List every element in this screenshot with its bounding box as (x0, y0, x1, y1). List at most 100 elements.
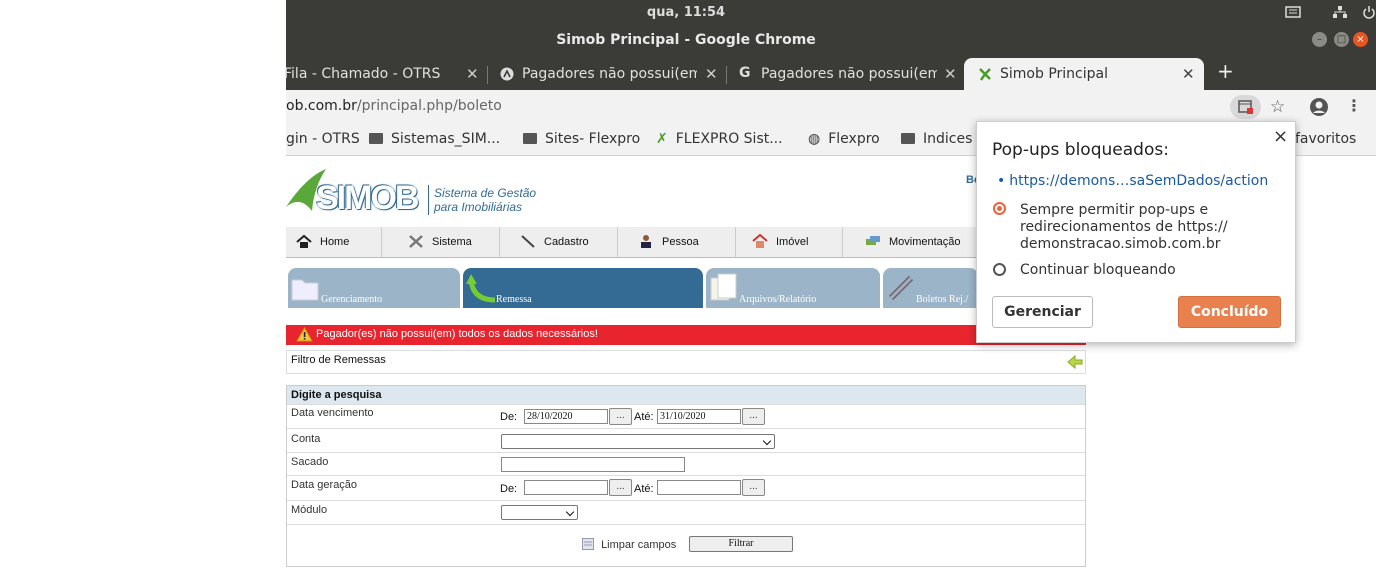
close-tab-icon[interactable]: ✕ (466, 65, 479, 83)
venc-ate-calendar-button[interactable]: ... (742, 408, 765, 425)
google-icon: G (739, 65, 751, 81)
menu-imovel[interactable]: Imóvel (736, 227, 843, 258)
menu-movimentacao[interactable]: Movimentação (843, 227, 983, 258)
subtab-boletos[interactable]: Boletos Rej./ (883, 268, 978, 308)
tab-pagadores-2[interactable]: G Pagadores não possui(em ✕ (736, 58, 961, 90)
window-title-bar: Simob Principal - Google Chrome – □ × (286, 26, 1376, 54)
blocked-popup-link[interactable]: • https://demons…saSemDados/action (997, 173, 1268, 189)
new-tab-icon[interactable]: + (1217, 59, 1234, 83)
simob-logo[interactable]: SIMOB Sistema de Gestão para Imobiliária… (286, 167, 556, 222)
bookmark-label: Indices (923, 131, 973, 147)
money-icon (865, 230, 881, 245)
bookmark-otrs[interactable]: gin - OTRS (286, 131, 360, 147)
tab-label: Simob Principal (1000, 66, 1108, 82)
menu-label: Home (320, 236, 350, 248)
venc-de-calendar-button[interactable]: ... (609, 408, 632, 425)
subtab-remessa[interactable]: Remessa (463, 268, 703, 308)
row-conta: Conta (287, 429, 1085, 453)
back-arrow-icon[interactable] (1067, 355, 1083, 369)
row-modulo: Módulo (287, 501, 1085, 525)
bookmark-flexpro-sist[interactable]: ✗ FLEXPRO Sist... (656, 131, 783, 147)
url-field[interactable]: ob.com.br/principal.php/boleto (286, 98, 502, 114)
folder-icon (291, 279, 319, 301)
row-sacado: Sacado (287, 453, 1085, 476)
bookmark-star-icon[interactable]: ☆ (1270, 97, 1285, 117)
subtab-label: Remessa (496, 294, 532, 305)
simob-favicon-icon (978, 67, 992, 85)
simob-favicon-icon: ✗ (656, 131, 668, 147)
profile-icon[interactable] (1309, 97, 1329, 121)
venc-de-input[interactable]: 28/10/2020 (524, 409, 608, 424)
conta-select[interactable] (501, 434, 775, 449)
label-vencimento: Data vencimento (291, 407, 374, 419)
popup-blocked-icon[interactable] (1230, 95, 1261, 119)
label-modulo: Módulo (291, 504, 328, 516)
bookmark-label: Sistemas_SIM... (391, 131, 501, 147)
subtab-label: Gerenciamento (321, 294, 383, 305)
menu-home[interactable]: Home (286, 227, 382, 258)
maximize-icon[interactable]: □ (1334, 32, 1349, 47)
venc-ate-input[interactable]: 31/10/2020 (657, 409, 741, 424)
manage-button[interactable]: Gerenciar (992, 296, 1093, 328)
network-icon[interactable] (1332, 5, 1348, 23)
popup-blocked-bubble: × Pop-ups bloqueados: • https://demons…sa… (976, 121, 1296, 343)
address-bar: ob.com.br/principal.php/boleto ☆ ⋮ (286, 90, 1376, 124)
keyboard-icon[interactable] (1285, 5, 1301, 23)
subtab-gerenciamento[interactable]: Gerenciamento (288, 268, 460, 308)
bookmark-indices[interactable]: Indices (901, 131, 972, 147)
modulo-select[interactable] (501, 505, 578, 520)
minimize-icon[interactable]: – (1312, 32, 1327, 47)
tab-pagadores-1[interactable]: Pagadores não possui(em ✕ (496, 58, 722, 90)
radio-keep-blocking[interactable] (993, 263, 1006, 276)
home-icon (296, 230, 312, 248)
geracao-de-input[interactable] (524, 480, 608, 495)
label-de: De: (500, 411, 518, 423)
power-icon[interactable] (1362, 5, 1376, 23)
pen-icon (520, 230, 536, 248)
option-keep-blocking[interactable]: Continuar bloqueando (1020, 262, 1176, 278)
geracao-ate-input[interactable] (657, 480, 741, 495)
done-button[interactable]: Concluído (1178, 296, 1281, 328)
menu-sistema[interactable]: Sistema (382, 227, 500, 258)
sacado-input[interactable] (501, 457, 685, 472)
subtab-label: Boletos Rej./ (916, 294, 969, 305)
close-tab-icon[interactable]: ✕ (944, 65, 957, 83)
tab-simob[interactable]: Simob Principal ✕ (964, 58, 1204, 90)
tab-otrs[interactable]: Fila - Chamado - OTRS ✕ (284, 58, 484, 90)
close-tab-icon[interactable]: ✕ (1182, 65, 1195, 83)
subtab-label: Arquivos/Relatório (739, 294, 817, 305)
tab-separator (726, 66, 727, 84)
filtrar-button[interactable]: Filtrar (689, 536, 793, 552)
bookmark-sistemas[interactable]: Sistemas_SIM... (369, 131, 500, 147)
limpar-campos-link[interactable]: Limpar campos (582, 538, 676, 551)
close-bubble-icon[interactable]: × (1273, 126, 1288, 147)
option-allow-line: Sempre permitir pop-ups e (1020, 202, 1209, 218)
chain-link-icon (888, 275, 914, 301)
bookmark-sites-flexpro[interactable]: Sites- Flexpro (523, 131, 640, 147)
globe-icon: ◍ (808, 131, 821, 147)
row-vencimento: Data vencimento De: 28/10/2020 ... Até: … (287, 405, 1085, 429)
window-title: Simob Principal - Google Chrome (556, 32, 816, 48)
clear-icon (582, 538, 594, 550)
person-icon (638, 230, 654, 248)
menu-cadastro[interactable]: Cadastro (500, 227, 618, 258)
geracao-ate-calendar-button[interactable]: ... (742, 479, 765, 496)
option-always-allow[interactable]: Sempre permitir pop-ups e redirecionamen… (1020, 202, 1228, 253)
bookmark-flexpro[interactable]: ◍ Flexpro (808, 131, 880, 147)
subtab-arquivos[interactable]: Arquivos/Relatório (706, 268, 880, 308)
menu-pessoa[interactable]: Pessoa (618, 227, 736, 258)
menu-label: Movimentação (889, 236, 961, 248)
form-heading-row: Digite a pesquisa (287, 386, 1085, 405)
close-window-icon[interactable]: × (1353, 32, 1368, 47)
option-allow-line: redirecionamentos de https:// (1020, 219, 1228, 235)
filter-title: Filtro de Remessas (291, 354, 386, 366)
close-tab-icon[interactable]: ✕ (705, 65, 718, 83)
brand-tagline-1: Sistema de Gestão (434, 186, 537, 200)
system-clock[interactable]: qua, 11:54 (286, 5, 1086, 20)
url-host: ob.com.br (286, 98, 357, 114)
geracao-de-calendar-button[interactable]: ... (609, 479, 632, 496)
radio-always-allow[interactable] (993, 202, 1006, 215)
bookmark-favoritos[interactable]: favoritos (1295, 131, 1356, 147)
menu-kebab-icon[interactable]: ⋮ (1346, 96, 1362, 115)
limpar-label: Limpar campos (601, 539, 677, 551)
